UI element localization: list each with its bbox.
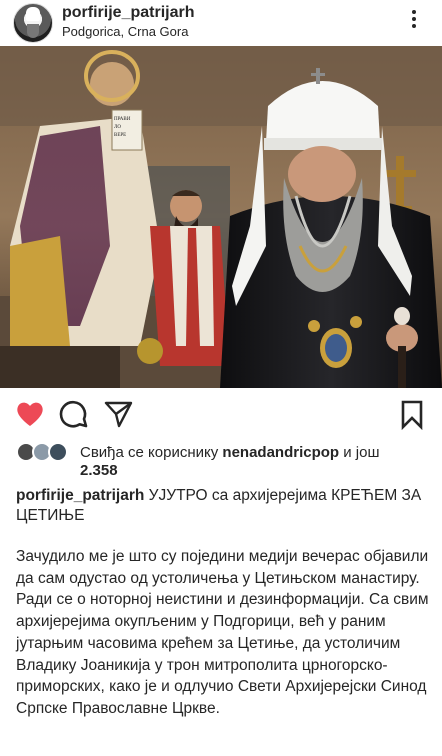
liked-by-suffix: и још bbox=[339, 444, 380, 461]
svg-text:ВЕРЕ: ВЕРЕ bbox=[114, 133, 126, 138]
likes-count[interactable]: 2.358 bbox=[80, 462, 118, 479]
more-options-icon[interactable] bbox=[404, 8, 424, 30]
bookmark-icon[interactable] bbox=[396, 398, 428, 431]
heart-icon[interactable] bbox=[14, 398, 46, 430]
liked-by-user[interactable]: nenadandricpop bbox=[222, 444, 339, 461]
profile-avatar[interactable] bbox=[13, 3, 53, 43]
liked-by-text: Свиђа се кориснику nenadandricpop и још bbox=[80, 444, 380, 462]
post-caption: porfirije_patrijarh УЈУТРО са архијереји… bbox=[16, 486, 428, 526]
liked-by-prefix: Свиђа се кориснику bbox=[80, 444, 223, 461]
share-icon[interactable] bbox=[102, 398, 134, 430]
post-action-bar bbox=[0, 398, 442, 432]
svg-text:ЛО: ЛО bbox=[114, 125, 121, 130]
avatar bbox=[48, 442, 68, 462]
caption-username[interactable]: porfirije_patrijarh bbox=[16, 487, 144, 504]
post-header: porfirije_patrijarh Podgorica, Crna Gora bbox=[0, 0, 442, 46]
liker-avatars[interactable] bbox=[16, 442, 74, 464]
comment-icon[interactable] bbox=[58, 398, 90, 430]
post-photo[interactable]: ПРАВИ ЛО ВЕРЕ bbox=[0, 46, 442, 388]
post-username[interactable]: porfirije_patrijarh bbox=[62, 4, 194, 22]
caption-body: Зачудило ме је што су поједини медији ве… bbox=[16, 548, 429, 717]
post-photo-illustration: ПРАВИ ЛО ВЕРЕ bbox=[0, 46, 442, 388]
post-location[interactable]: Podgorica, Crna Gora bbox=[62, 24, 188, 39]
svg-text:ПРАВИ: ПРАВИ bbox=[114, 117, 131, 122]
